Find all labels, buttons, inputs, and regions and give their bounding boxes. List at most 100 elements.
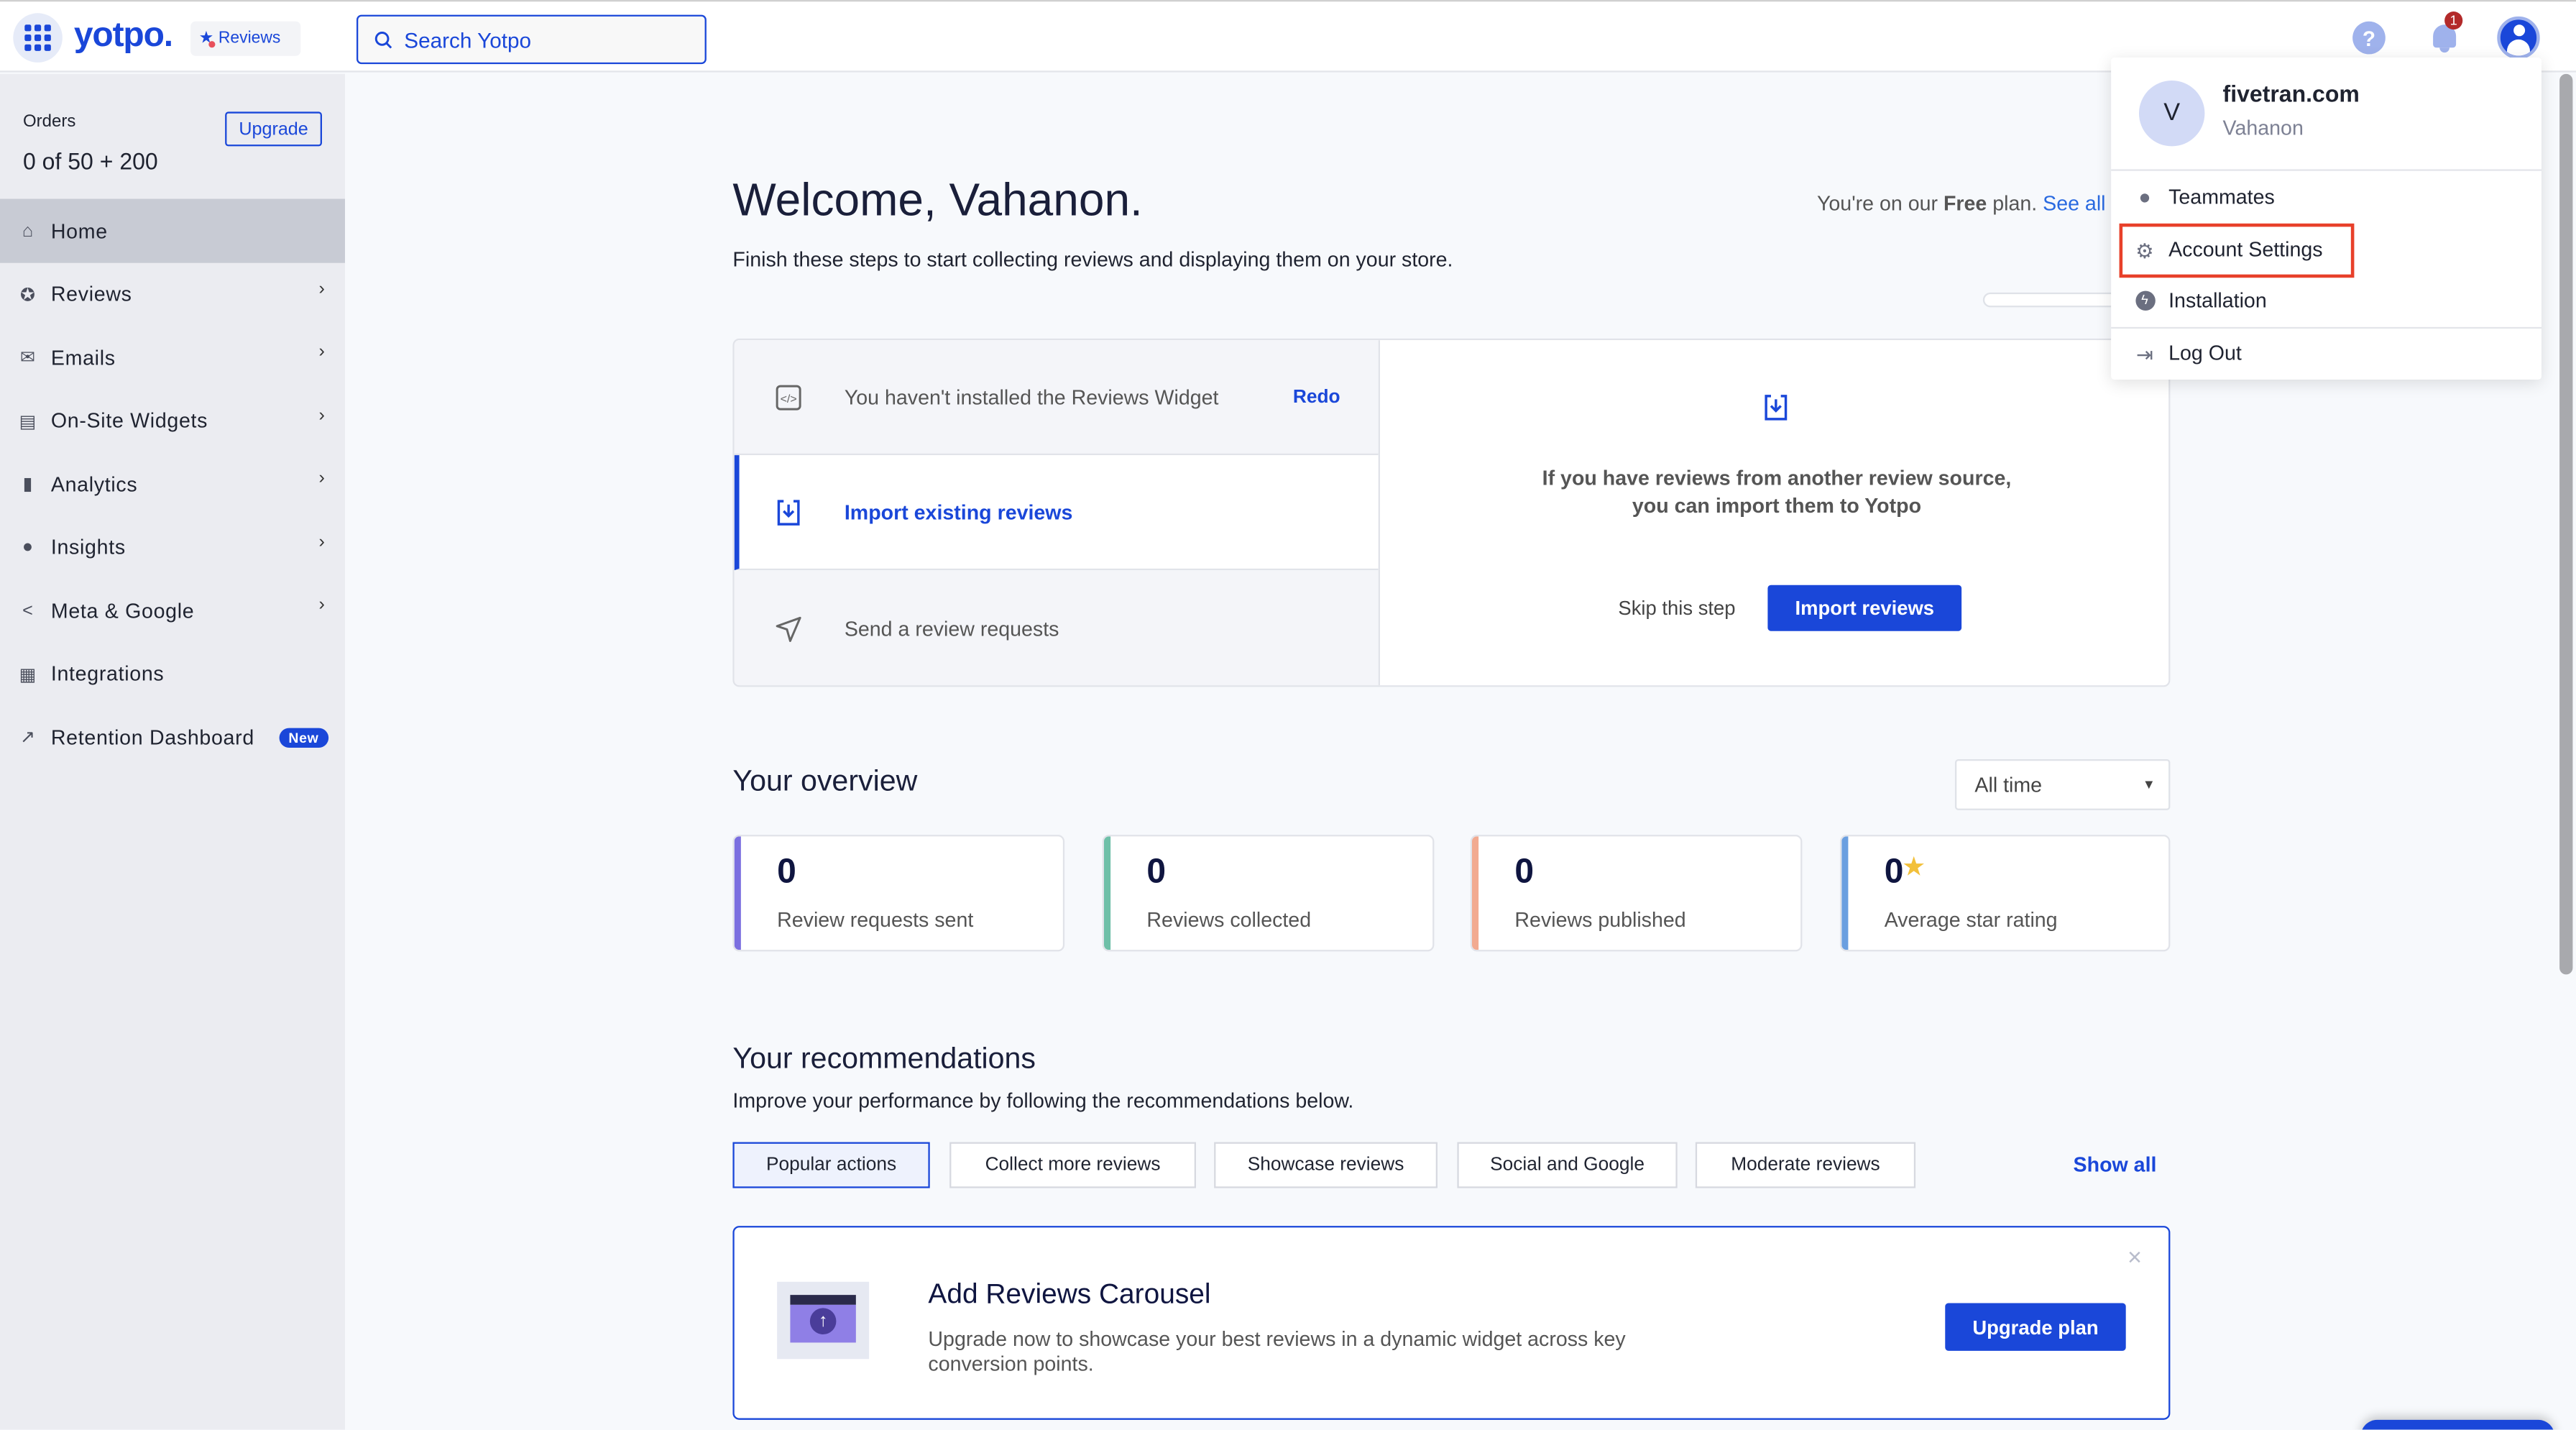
plan-name: Free — [1943, 192, 1987, 216]
sidebar: Orders 0 of 50 + 200 Upgrade ⌂ Home ✪ Revie… — [0, 73, 345, 1430]
menu-item-installation[interactable]: ϟ Installation — [2134, 283, 2267, 318]
search-icon — [374, 30, 392, 48]
help-icon[interactable]: ? — [2352, 21, 2386, 55]
line-chart-icon: ↗ — [19, 728, 36, 748]
sidebar-item-on-site-widgets[interactable]: ▤ On-Site Widgets › — [0, 389, 345, 453]
person-icon: ● — [2138, 185, 2151, 209]
bar-chart-icon: ▮ — [22, 475, 34, 495]
stat-label: Reviews collected — [1146, 908, 1312, 932]
step-label: You haven't installed the Reviews Widget — [844, 385, 1219, 408]
sidebar-item-integrations[interactable]: ▦ Integrations — [0, 642, 345, 706]
user-name: Vahanon — [2222, 116, 2304, 140]
sidebar-item-label: Analytics — [50, 472, 138, 496]
sidebar-item-meta-google[interactable]: < Meta & Google › — [0, 579, 345, 643]
sidebar-item-label: Retention Dashboard — [50, 725, 254, 749]
import-icon — [774, 497, 804, 526]
recommendations-subtitle: Improve your performance by following th… — [732, 1089, 1354, 1113]
product-badge[interactable]: ★ Reviews — [190, 21, 301, 56]
skip-step-link[interactable]: Skip this step — [1618, 597, 1735, 620]
star-circle-icon: ✪ — [19, 285, 36, 305]
search-input[interactable]: Search Yotpo — [356, 14, 707, 65]
sidebar-item-label: Reviews — [50, 283, 132, 306]
chevron-right-icon: › — [318, 278, 326, 298]
page-title: Welcome, Vahanon. — [732, 174, 1143, 226]
menu-item-log-out[interactable]: ⇥ Log Out — [2134, 335, 2242, 371]
new-badge: New — [278, 727, 329, 747]
sidebar-item-emails[interactable]: ✉ Emails › — [0, 326, 345, 390]
show-all-link[interactable]: Show all — [2074, 1154, 2157, 1177]
chevron-right-icon: › — [318, 342, 326, 362]
tab-moderate-reviews[interactable]: Moderate reviews — [1695, 1142, 1916, 1188]
recommendation-body: Upgrade now to showcase your best review… — [928, 1327, 1626, 1376]
upgrade-plan-button[interactable]: Upgrade plan — [1945, 1303, 2126, 1351]
step-import-reviews[interactable]: Import existing reviews — [734, 455, 1379, 571]
logout-icon: ⇥ — [2135, 342, 2153, 366]
import-reviews-button[interactable]: Import reviews — [1767, 585, 1962, 631]
card-accent — [1841, 836, 1849, 950]
yotpo-logo[interactable]: yotpo. — [74, 17, 173, 56]
sidebar-item-insights[interactable]: ● Insights › — [0, 515, 345, 579]
stat-label: Average star rating — [1884, 908, 2058, 932]
svg-text:</>: </> — [781, 393, 797, 405]
chat-launcher-button[interactable] — [2360, 1419, 2555, 1430]
sidebar-item-reviews[interactable]: ✪ Reviews › — [0, 262, 345, 326]
account-menu: V fivetran.com Vahanon ● Teammates ⚙ Accou… — [2111, 57, 2542, 380]
stat-label: Review requests sent — [777, 908, 974, 932]
card-accent — [734, 836, 741, 950]
tab-popular-actions[interactable]: Popular actions — [732, 1142, 930, 1188]
tab-collect-more-reviews[interactable]: Collect more reviews — [949, 1142, 1196, 1188]
stat-value: 0 — [1146, 853, 1167, 891]
plan-info: You're on our Free plan. See all — [1816, 192, 2106, 216]
account-avatar: V — [2138, 80, 2205, 147]
period-select[interactable]: All time ▼ — [1954, 758, 2171, 810]
share-icon: < — [22, 600, 34, 620]
overview-title: Your overview — [732, 764, 918, 797]
sidebar-item-home[interactable]: ⌂ Home — [0, 198, 345, 263]
upgrade-button[interactable]: Upgrade — [225, 111, 322, 147]
chevron-right-icon: › — [318, 405, 326, 425]
chevron-right-icon: › — [318, 531, 326, 551]
recommendations-title: Your recommendations — [732, 1042, 1036, 1075]
integrations-icon: ▦ — [19, 664, 37, 684]
step-label: Send a review requests — [844, 618, 1059, 641]
period-value: All time — [1974, 774, 2043, 797]
sidebar-item-label: Integrations — [50, 662, 165, 686]
card-accent — [1103, 836, 1111, 950]
notifications-bell-icon[interactable]: 1 — [2430, 11, 2463, 55]
widget-icon: ▤ — [19, 411, 37, 431]
tab-showcase-reviews[interactable]: Showcase reviews — [1214, 1142, 1438, 1188]
sidebar-item-label: Emails — [50, 346, 116, 370]
chevron-right-icon: › — [318, 595, 326, 615]
send-icon — [774, 615, 804, 644]
overview-card: 0★ Average star rating — [1839, 835, 2171, 952]
step-label: Import existing reviews — [844, 500, 1073, 523]
import-icon — [1765, 395, 1788, 421]
card-accent — [1471, 836, 1479, 950]
notification-count-badge: 1 — [2444, 11, 2463, 30]
user-avatar-button[interactable] — [2497, 16, 2540, 60]
step-install-widget[interactable]: </> You haven't installed the Reviews Wi… — [734, 340, 1379, 456]
account-name: fivetran.com — [2222, 80, 2360, 107]
sidebar-item-label: On-Site Widgets — [50, 409, 208, 433]
carousel-illustration-icon: ↑ — [777, 1281, 870, 1360]
step-send-requests[interactable]: Send a review requests — [734, 570, 1379, 686]
tab-social-and-google[interactable]: Social and Google — [1457, 1142, 1678, 1188]
star-icon: ★ — [1903, 853, 1925, 879]
menu-item-teammates[interactable]: ● Teammates — [2134, 179, 2274, 215]
orders-label: Orders — [22, 111, 76, 132]
step-detail-pane: If you have reviews from another review … — [1378, 340, 2169, 686]
sidebar-item-analytics[interactable]: ▮ Analytics › — [0, 452, 345, 516]
sidebar-item-label: Home — [50, 219, 108, 243]
import-description: If you have reviews from another review … — [1542, 467, 2012, 518]
redo-link[interactable]: Redo — [1293, 387, 1340, 406]
page-subtitle: Finish these steps to start collecting r… — [732, 248, 1453, 272]
see-all-plans-link[interactable]: See all — [2043, 192, 2105, 215]
close-icon[interactable]: × — [2128, 1244, 2142, 1272]
product-badge-label: Reviews — [218, 29, 281, 48]
app-switcher-grid-icon[interactable] — [13, 13, 63, 63]
chevron-right-icon: › — [318, 468, 326, 488]
recommendation-card: ↑ Add Reviews Carousel Upgrade now to sh… — [732, 1226, 2171, 1420]
sidebar-item-retention-dashboard[interactable]: ↗ Retention Dashboard New — [0, 705, 345, 769]
home-icon: ⌂ — [22, 221, 34, 241]
scrollbar-thumb[interactable] — [2559, 73, 2573, 975]
